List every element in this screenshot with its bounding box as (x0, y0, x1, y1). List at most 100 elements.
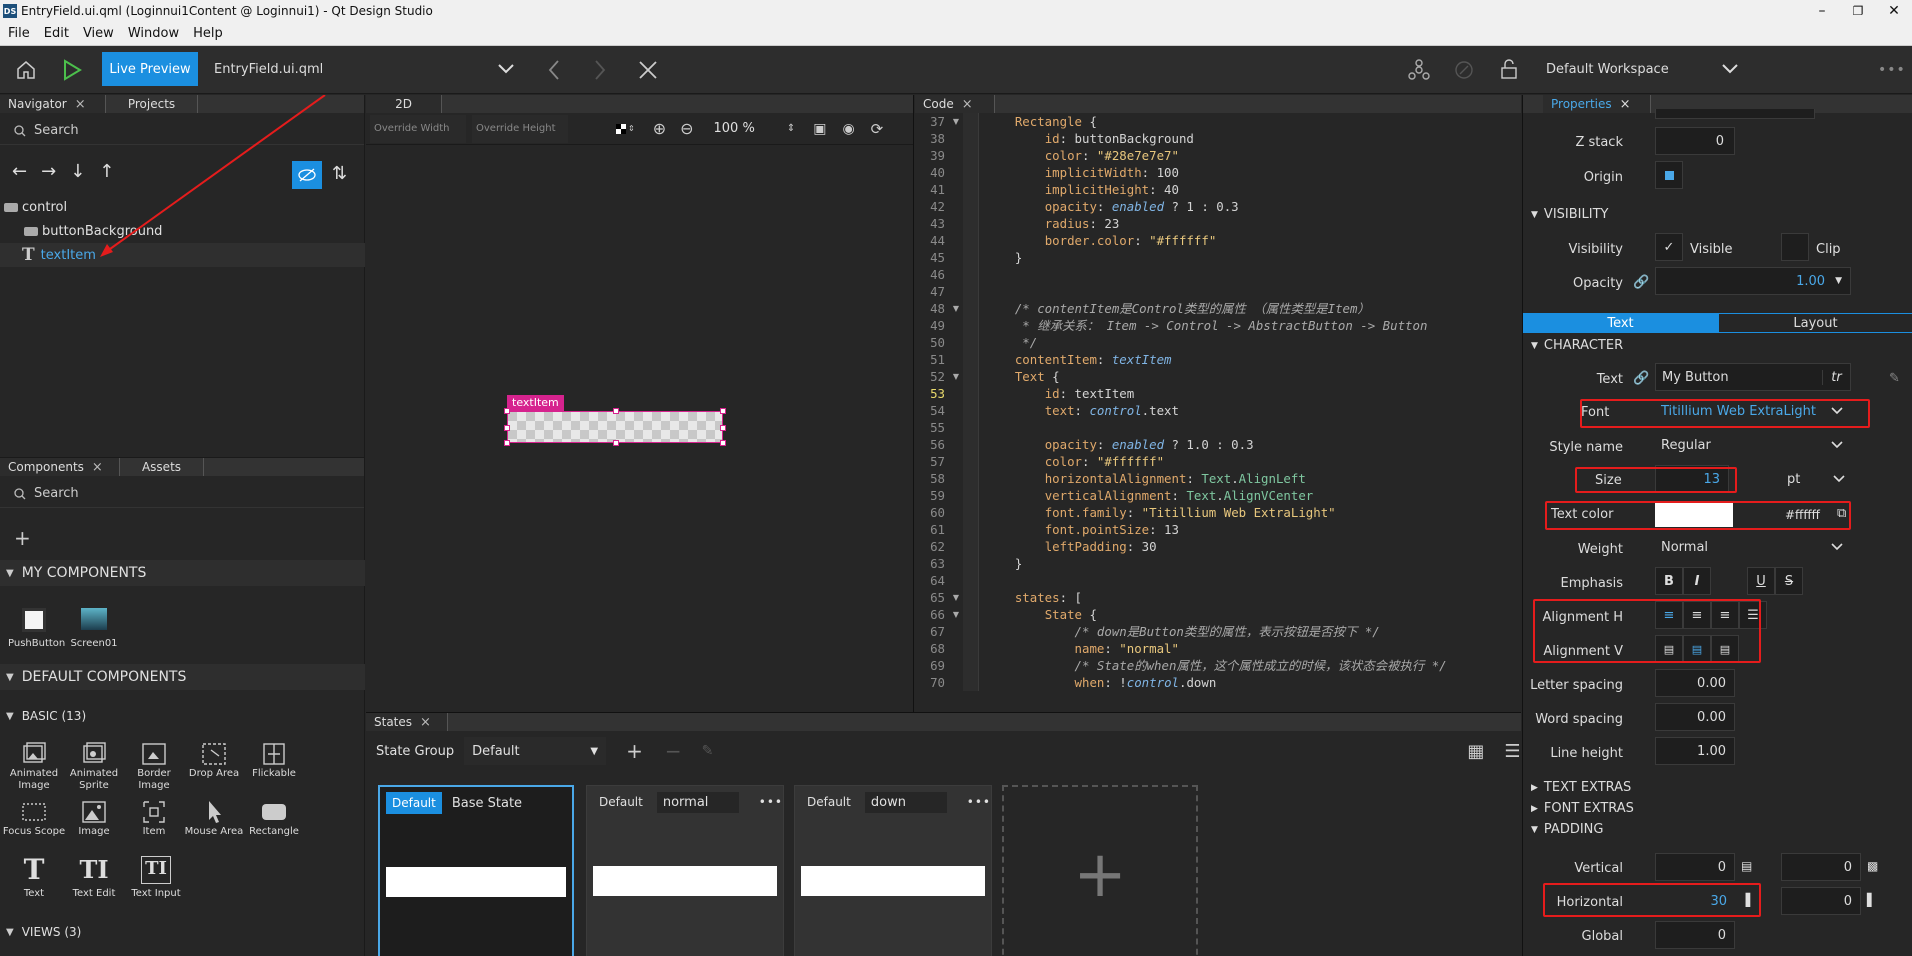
selection-handle[interactable] (504, 425, 510, 431)
component-text-input[interactable]: TI Text Input (128, 856, 184, 900)
home-icon[interactable] (16, 60, 36, 80)
more-icon[interactable]: ••• (967, 795, 991, 809)
strikeout-button[interactable]: S (1775, 567, 1803, 595)
fit-selection-icon[interactable]: ◉ (842, 121, 854, 137)
code-line[interactable]: 62 leftPadding: 30 (915, 538, 1521, 555)
code-line[interactable]: 64 (915, 572, 1521, 589)
padding-right-field[interactable]: 0 (1781, 887, 1861, 915)
weight-select[interactable]: Normal (1655, 533, 1851, 561)
code-line[interactable]: 69 /* State的when属性，这个属性成立的时候，该状态会被执行 */ (915, 657, 1521, 674)
code-text-area[interactable]: 37 ▼ Rectangle {38 id: buttonBackground 39… (915, 113, 1521, 708)
visible-checkbox[interactable]: ✓ (1655, 233, 1683, 261)
code-line[interactable]: 40 implicitWidth: 100 (915, 164, 1521, 181)
fit-icon[interactable]: ▣ (813, 121, 826, 137)
component-screen01[interactable]: Screen01 (70, 608, 118, 650)
text-field[interactable]: My Button tr (1655, 363, 1851, 391)
tab-assets[interactable]: Assets (120, 458, 204, 476)
back-arrow-icon[interactable] (548, 60, 560, 80)
code-line[interactable]: 66 ▼ State { (915, 606, 1521, 623)
state-card-base[interactable]: Default Base State (378, 785, 574, 956)
fold-arrow-icon[interactable]: ▼ (949, 368, 963, 385)
code-line[interactable]: 54 text: control.text (915, 402, 1521, 419)
letter-spacing-field[interactable]: 0.00 (1655, 669, 1735, 697)
tab-2d[interactable]: 2D (366, 95, 442, 113)
add-module-icon[interactable]: + (14, 526, 31, 550)
tab-components[interactable]: Components × (0, 458, 120, 476)
component-drop-area[interactable]: Drop Area (188, 740, 240, 780)
selection-handle[interactable] (720, 425, 726, 431)
background-color-picker[interactable]: ⇕ (616, 123, 635, 134)
zoom-in-icon[interactable]: ⊕ (653, 119, 666, 138)
selected-item-frame[interactable]: textItem (504, 395, 726, 446)
edit-text-icon[interactable]: ✎ (1889, 371, 1900, 386)
selection-handle[interactable] (720, 440, 726, 446)
component-text[interactable]: T Text (8, 856, 60, 900)
line-height-field[interactable]: 1.00 (1655, 737, 1735, 765)
close-tab-icon[interactable]: × (962, 97, 973, 112)
component-border-image[interactable]: Border Image (128, 740, 180, 792)
code-line[interactable]: 68 name: "normal" (915, 640, 1521, 657)
code-line[interactable]: 48 ▼ /* contentItem是Control类型的属性 （属性类型是It… (915, 300, 1521, 317)
component-text-edit[interactable]: TI Text Edit (68, 856, 120, 900)
selection-handle[interactable] (504, 408, 510, 414)
code-line[interactable]: 61 font.pointSize: 13 (915, 521, 1521, 538)
style-name-select[interactable]: Regular (1655, 431, 1851, 459)
text-extras-header[interactable]: ▶ TEXT EXTRAS (1531, 780, 1631, 795)
component-image[interactable]: Image (68, 798, 120, 838)
code-line[interactable]: 55 (915, 419, 1521, 436)
code-line[interactable]: 56 opacity: enabled ? 1.0 : 0.3 (915, 436, 1521, 453)
minimize-icon[interactable]: – (1804, 3, 1840, 19)
fold-arrow-icon[interactable]: ▼ (949, 113, 963, 130)
zoom-out-icon[interactable]: ⊖ (680, 119, 693, 138)
code-line[interactable]: 70 when: !control.down (915, 674, 1521, 691)
padding-global-field[interactable]: 0 (1655, 921, 1735, 949)
live-preview-button[interactable]: Live Preview (102, 52, 198, 86)
state-card-down[interactable]: Default down ••• (794, 785, 992, 956)
opacity-field[interactable]: 1.00 ▼ (1655, 267, 1851, 295)
code-line[interactable]: 42 opacity: enabled ? 1 : 0.3 (915, 198, 1521, 215)
tab-properties[interactable]: Properties × (1543, 95, 1651, 113)
add-new-state-button[interactable]: + (1002, 785, 1198, 956)
code-line[interactable]: 58 horizontalAlignment: Text.AlignLeft (915, 470, 1521, 487)
state-default-badge[interactable]: Default (803, 791, 855, 813)
forward-arrow-icon[interactable] (594, 60, 606, 80)
restore-icon[interactable]: ❐ (1840, 4, 1876, 18)
selection-handle[interactable] (720, 408, 726, 414)
code-line[interactable]: 53 id: textItem (915, 385, 1521, 402)
size-unit-select[interactable]: pt (1781, 465, 1851, 493)
fold-arrow-icon[interactable]: ▼ (949, 606, 963, 623)
code-line[interactable]: 38 id: buttonBackground (915, 130, 1521, 147)
close-tab-icon[interactable]: × (1620, 97, 1631, 112)
component-focus-scope[interactable]: Focus Scope (2, 798, 66, 838)
selection-handle[interactable] (613, 440, 619, 446)
menu-window[interactable]: Window (128, 26, 179, 41)
character-header[interactable]: ▼ CHARACTER (1531, 338, 1623, 353)
refresh-icon[interactable]: ⟳ (871, 120, 884, 138)
origin-picker[interactable] (1655, 161, 1683, 189)
code-line[interactable]: 39 color: "#28e7e7e7" (915, 147, 1521, 164)
components-search-input[interactable]: Search (34, 486, 79, 501)
fold-arrow-icon[interactable]: ▼ (949, 300, 963, 317)
z-stack-field[interactable]: 0 (1655, 127, 1735, 155)
code-line[interactable]: 51 contentItem: textItem (915, 351, 1521, 368)
underline-button[interactable]: U (1747, 567, 1775, 595)
state-group-select[interactable]: Default ▼ (464, 737, 607, 765)
state-card-normal[interactable]: Default normal ••• (586, 785, 784, 956)
component-mouse-area[interactable]: Mouse Area (184, 798, 244, 838)
selection-handle[interactable] (504, 440, 510, 446)
menu-file[interactable]: File (8, 26, 30, 41)
run-icon[interactable] (62, 59, 82, 81)
code-line[interactable]: 43 radius: 23 (915, 215, 1521, 232)
binding-link-icon[interactable]: 🔗 (1633, 371, 1649, 386)
component-flickable[interactable]: Flickable (248, 740, 300, 780)
word-spacing-field[interactable]: 0.00 (1655, 703, 1735, 731)
component-rectangle[interactable]: Rectangle (244, 798, 304, 838)
selection-handle[interactable] (613, 408, 619, 414)
menu-edit[interactable]: Edit (44, 26, 69, 41)
component-animated-image[interactable]: Animated Image (8, 740, 60, 792)
tab-states[interactable]: States × (366, 713, 448, 731)
subtab-layout[interactable]: Layout (1718, 313, 1912, 333)
close-tab-icon[interactable]: × (92, 460, 103, 475)
menu-help[interactable]: Help (193, 26, 223, 41)
font-extras-header[interactable]: ▶ FONT EXTRAS (1531, 801, 1634, 816)
